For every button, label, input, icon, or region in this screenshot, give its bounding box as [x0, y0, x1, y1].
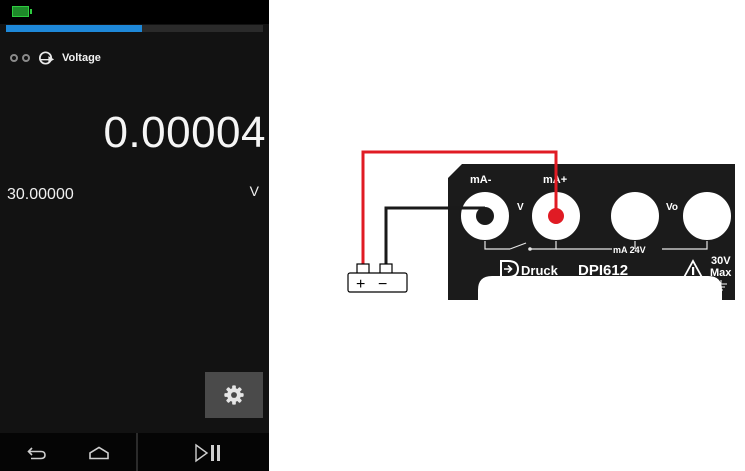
terminal-vo: [681, 190, 733, 242]
battery-negative-label: −: [378, 276, 387, 293]
range-value: 30.00000: [7, 186, 74, 203]
channel-indicator-icon: [22, 54, 30, 62]
terminal-v: [609, 190, 661, 242]
home-icon: [89, 446, 109, 460]
progress-fill: [6, 25, 143, 32]
device-screen: Voltage 0.00004 30.00000 V: [0, 0, 269, 471]
wiring-diagram: mA- mA+ V Vo mA 24V Druck DPI612 30V Max…: [347, 150, 735, 300]
nav-divider: [136, 433, 138, 471]
back-button[interactable]: [22, 441, 52, 465]
battery-icon: [12, 6, 32, 17]
back-arrow-icon: [27, 447, 46, 460]
terminal-label: mA-: [470, 174, 492, 186]
settings-button[interactable]: [205, 372, 263, 418]
terminal-label: V: [517, 202, 524, 213]
battery-positive-label: +: [356, 276, 365, 293]
supply-label: mA 24V: [613, 245, 646, 255]
voltage-function-icon: [38, 51, 55, 65]
measurement-reading: 0.00004: [103, 108, 266, 157]
function-header[interactable]: Voltage: [10, 50, 101, 66]
max-label: Max: [710, 267, 732, 279]
model-label: DPI612: [578, 262, 628, 279]
terminal-label: Vo: [666, 202, 678, 213]
terminal-socket: [476, 207, 494, 225]
function-label: Voltage: [62, 52, 101, 64]
voltage-rating: 30V: [711, 255, 731, 267]
home-button[interactable]: [84, 441, 114, 465]
bottom-nav-bar: [0, 433, 269, 471]
channel-indicator-icon: [10, 54, 18, 62]
play-pause-icon: [195, 443, 220, 463]
switch-node: [528, 247, 532, 251]
gear-icon: [224, 385, 244, 405]
status-bar: [0, 0, 269, 24]
brand-label: Druck: [521, 263, 559, 278]
progress-bar: [6, 25, 263, 32]
unit-label: V: [249, 183, 259, 199]
play-pause-button[interactable]: [192, 441, 226, 465]
